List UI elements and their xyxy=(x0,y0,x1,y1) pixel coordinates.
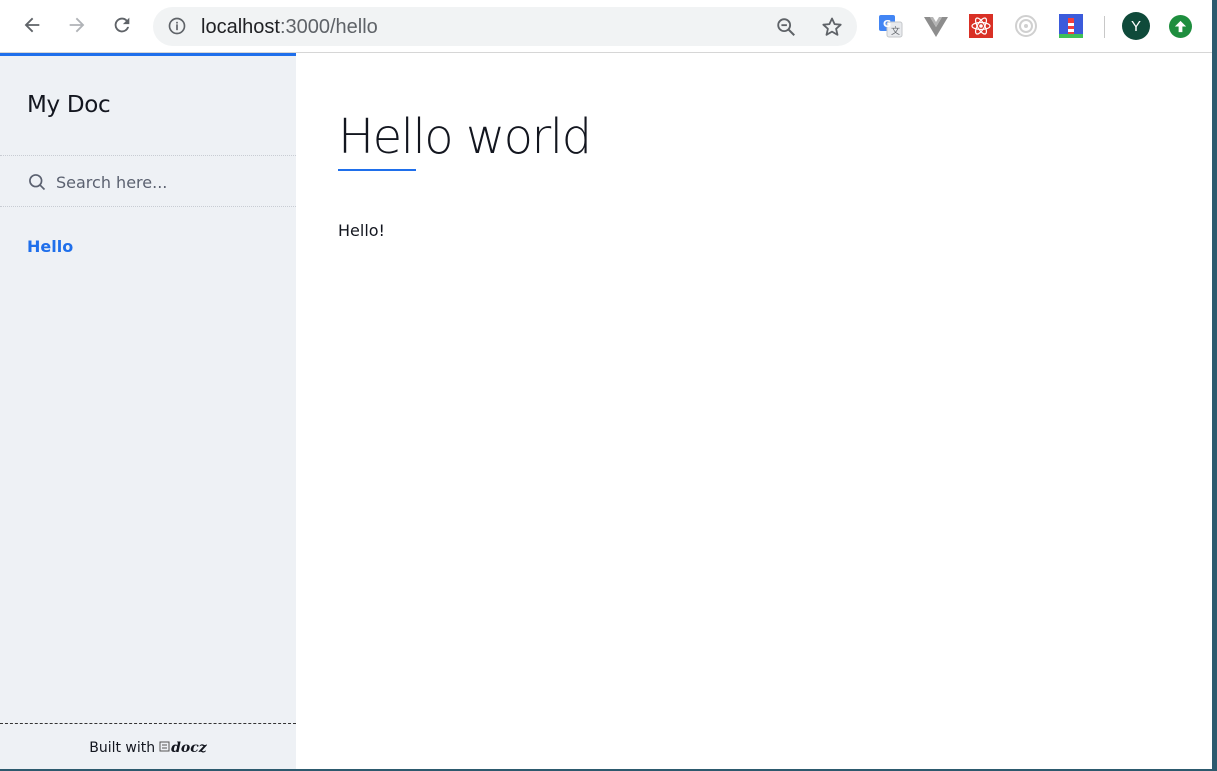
back-button[interactable] xyxy=(18,11,46,39)
url-host: localhost xyxy=(201,16,280,38)
title-underline xyxy=(338,169,416,171)
profile-avatar[interactable]: Y xyxy=(1122,12,1150,40)
toolbar-separator xyxy=(1104,16,1105,38)
arrow-right-icon xyxy=(69,17,85,33)
search-bar xyxy=(0,155,296,207)
address-bar[interactable]: localhost:3000/hello xyxy=(153,7,857,46)
bookmark-star-icon[interactable] xyxy=(820,15,844,44)
translate-extension-icon[interactable]: G文 xyxy=(878,13,904,39)
reload-icon xyxy=(114,17,130,33)
react-devtools-extension-icon[interactable] xyxy=(968,13,994,39)
target-extension-icon[interactable] xyxy=(1013,13,1039,39)
sidebar-item-hello[interactable]: Hello xyxy=(27,237,73,256)
address-url[interactable]: localhost:3000/hello xyxy=(201,15,378,39)
site-brand[interactable]: My Doc xyxy=(27,92,111,118)
sidebar: My Doc Hello Built with docz xyxy=(0,53,296,769)
forward-button[interactable] xyxy=(63,11,91,39)
zoom-icon[interactable] xyxy=(775,16,797,43)
footer-text: Built with xyxy=(89,740,156,756)
vue-devtools-extension-icon[interactable] xyxy=(923,13,949,39)
page-title: Hello world xyxy=(338,109,592,165)
update-icon[interactable] xyxy=(1169,15,1192,38)
docz-logo[interactable]: docz xyxy=(159,740,207,756)
svg-text:文: 文 xyxy=(891,25,900,37)
docz-logo-text: docz xyxy=(171,740,207,756)
docz-logo-icon xyxy=(159,741,170,752)
info-icon[interactable] xyxy=(167,16,187,41)
browser-toolbar: localhost:3000/hello G文 Y xyxy=(0,0,1212,53)
search-icon xyxy=(27,172,47,197)
page-body-text: Hello! xyxy=(338,221,385,240)
svg-text:G: G xyxy=(883,19,891,30)
arrow-left-icon xyxy=(24,17,40,33)
reload-button[interactable] xyxy=(108,11,136,39)
sidebar-footer: Built with docz xyxy=(0,723,296,769)
search-input[interactable] xyxy=(56,169,276,195)
main-content: Hello world Hello! xyxy=(296,53,1212,769)
lighthouse-extension-icon[interactable] xyxy=(1058,13,1084,39)
browser-window: localhost:3000/hello G文 Y My Doc Search … xyxy=(0,0,1212,769)
url-path: :3000/hello xyxy=(279,16,378,38)
